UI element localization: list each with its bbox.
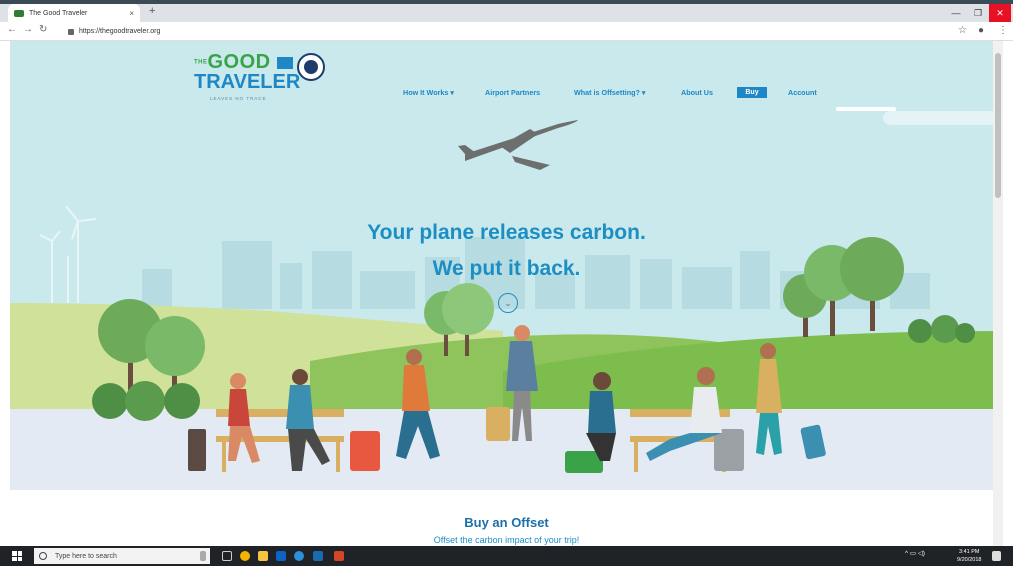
new-tab-button[interactable]: + <box>149 5 155 17</box>
hero-headline-line2: We put it back. <box>432 257 581 280</box>
check-envelope-icon <box>276 56 293 69</box>
nav-account[interactable]: Account <box>788 88 817 97</box>
outlook-icon[interactable] <box>276 551 286 561</box>
nav-how-it-works[interactable]: How It Works ▾ <box>403 88 454 97</box>
windows-taskbar: Type here to search ^ ▭ ◁) 3:41 PM 9/20/… <box>0 546 1013 566</box>
clock-date: 9/20/2018 <box>957 557 982 563</box>
nav-airport-partners[interactable]: Airport Partners <box>485 88 540 97</box>
menu-icon[interactable]: ⋮ <box>998 25 1008 36</box>
back-icon[interactable]: ← <box>7 24 17 35</box>
task-view-icon[interactable] <box>222 551 232 561</box>
hero-headline-line1: Your plane releases carbon. <box>367 221 646 244</box>
address-bar: ← → ↻ https://thegoodtraveler.org ☆ ● ⋮ <box>0 22 1013 41</box>
powerpoint-icon[interactable] <box>334 551 344 561</box>
app-icon[interactable] <box>294 551 304 561</box>
microphone-icon[interactable] <box>200 551 206 561</box>
clock-time: 3:41 PM <box>958 549 980 555</box>
profile-icon[interactable]: ● <box>978 25 984 36</box>
url-text: https://thegoodtraveler.org <box>79 28 161 35</box>
restore-icon[interactable]: ❐ <box>967 4 989 22</box>
buy-offset-title: Buy an Offset <box>464 515 549 530</box>
logo-line2: TRAVELER <box>194 71 301 93</box>
bookmark-star-icon[interactable]: ☆ <box>958 25 967 36</box>
nav-about-us[interactable]: About Us <box>681 88 713 97</box>
logo-line1: GOOD <box>207 51 271 73</box>
tab-close-icon[interactable]: × <box>129 9 134 18</box>
browser-titlebar: The Good Traveler × + — ❐ ✕ <box>0 0 1013 22</box>
reload-icon[interactable]: ↻ <box>39 24 47 35</box>
taskbar-search-placeholder: Type here to search <box>55 552 117 560</box>
site-favicon-icon <box>14 9 24 17</box>
lock-icon <box>68 28 74 35</box>
file-explorer-icon[interactable] <box>258 551 268 561</box>
site-logo[interactable]: THEGOOD TRAVELER LEAVES NO TRACE <box>194 51 300 101</box>
taskbar-search-box[interactable]: Type here to search <box>34 548 210 564</box>
notifications-icon[interactable] <box>992 551 1001 561</box>
cortana-icon <box>39 552 47 560</box>
logo-tagline: LEAVES NO TRACE <box>210 96 267 101</box>
page-viewport: THEGOOD TRAVELER LEAVES NO TRACE How It … <box>10 41 1003 546</box>
scrollbar-thumb[interactable] <box>995 53 1001 198</box>
browser-tab[interactable]: The Good Traveler × <box>8 4 140 22</box>
page-scrollbar[interactable] <box>993 41 1003 546</box>
box-icon[interactable] <box>313 551 323 561</box>
system-tray-icons[interactable]: ^ ▭ ◁) <box>905 549 925 557</box>
partner-seal-icon <box>297 53 325 81</box>
tab-title: The Good Traveler <box>29 9 88 17</box>
logo-the: THE <box>194 59 208 66</box>
windows-start-icon[interactable] <box>12 551 22 561</box>
hero-section: THEGOOD TRAVELER LEAVES NO TRACE How It … <box>10 41 1003 490</box>
minimize-icon[interactable]: — <box>945 4 967 22</box>
forward-icon[interactable]: → <box>23 24 33 35</box>
url-field[interactable]: https://thegoodtraveler.org <box>68 25 160 38</box>
scroll-down-icon[interactable]: ⌄ <box>498 293 518 313</box>
taskbar-clock[interactable]: 3:41 PM 9/20/2018 <box>957 548 981 564</box>
nav-what-is-offsetting[interactable]: What is Offsetting? ▾ <box>574 88 646 97</box>
buy-offset-subtitle: Offset the carbon impact of your trip! <box>433 535 580 545</box>
chrome-icon[interactable] <box>240 551 250 561</box>
buy-button[interactable]: Buy <box>737 87 767 98</box>
close-window-icon[interactable]: ✕ <box>989 4 1011 22</box>
